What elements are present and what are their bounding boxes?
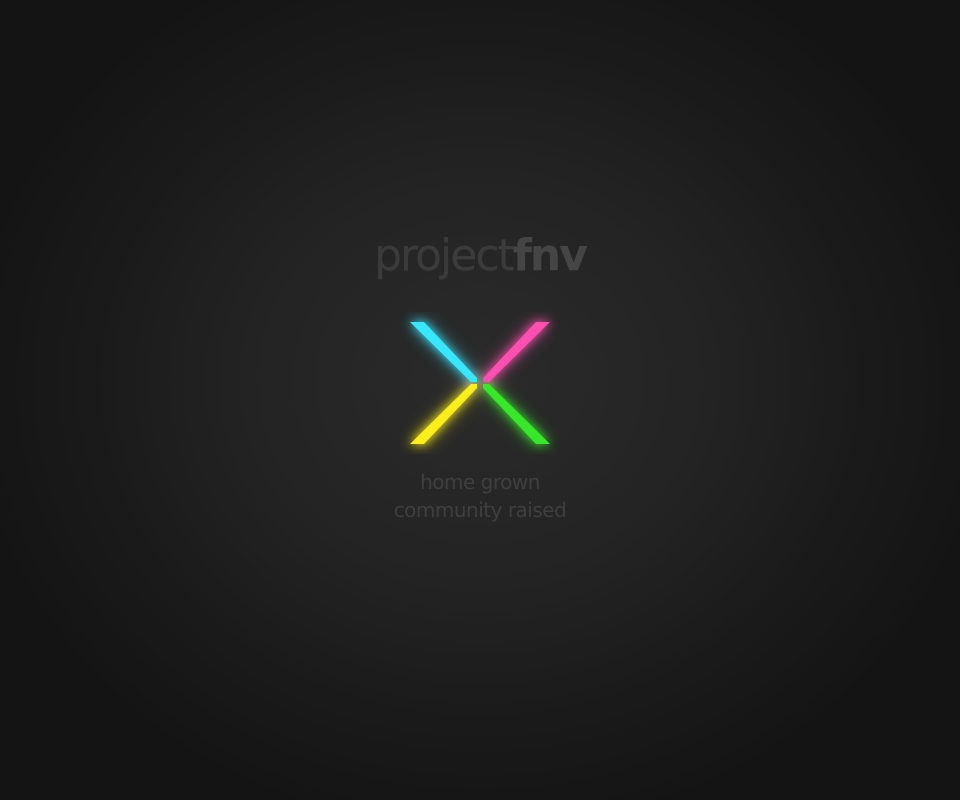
nexus-x-icon — [410, 322, 550, 444]
logo-arm-top-right — [483, 322, 550, 382]
logo-arm-bottom-right — [483, 384, 550, 444]
logo-arm-bottom-left — [410, 384, 477, 444]
title-bold-word: fnv — [512, 230, 588, 281]
title-light-word: project — [374, 230, 515, 281]
tagline-line-2: community raised — [393, 498, 567, 522]
wallpaper: projectfnv home grown community raised — [0, 0, 960, 800]
logo-arm-top-left — [410, 322, 477, 382]
page-title: projectfnv — [0, 234, 960, 278]
tagline-line-1: home grown — [420, 470, 540, 494]
